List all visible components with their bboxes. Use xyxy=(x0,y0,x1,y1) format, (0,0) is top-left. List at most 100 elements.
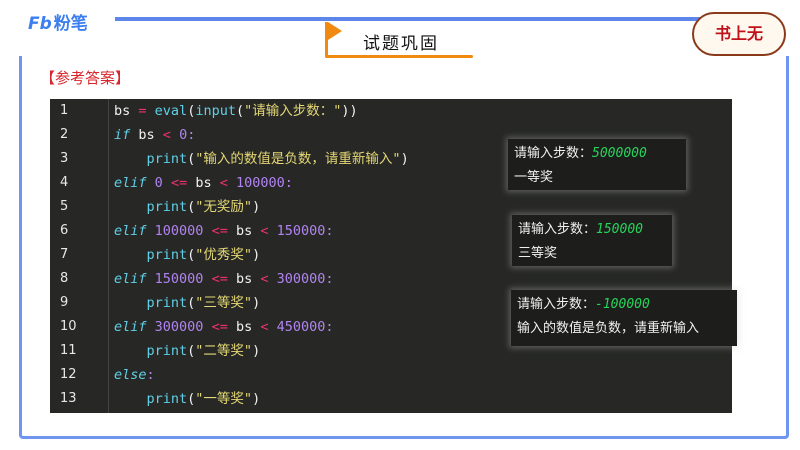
line-number: 3 xyxy=(60,151,69,166)
code-text: print("二等奖") xyxy=(114,339,261,363)
title-underline xyxy=(325,55,473,58)
code-token-num: 100000 xyxy=(236,175,285,191)
code-token-fn: print xyxy=(146,295,188,311)
line-number: 2 xyxy=(60,127,69,142)
code-token-plain: ) xyxy=(252,343,261,359)
code-token-num: 150000 xyxy=(276,223,326,239)
code-token-str: "输入的数值是负数，请重新输入" xyxy=(195,151,401,167)
code-token-plain: bs xyxy=(227,223,261,239)
code-text: print("无奖励") xyxy=(114,195,261,219)
output-value: -100000 xyxy=(595,297,650,312)
code-token-plain: bs xyxy=(187,175,220,191)
code-text: elif 150000 <= bs < 300000: xyxy=(114,267,334,291)
code-token-plain: bs xyxy=(227,271,261,287)
header-divider xyxy=(115,17,705,21)
code-line: 8 elif 150000 <= bs < 300000: xyxy=(50,267,732,291)
output-value: 5000000 xyxy=(592,146,647,161)
code-token-fn: print xyxy=(146,391,188,407)
output-result: 一等奖 xyxy=(514,170,554,185)
code-token-plain: ( xyxy=(235,103,245,119)
code-token-colon: : xyxy=(325,223,334,239)
flag-pennant-icon xyxy=(328,22,342,40)
output-box-2: 请输入步数：150000 三等奖 xyxy=(512,215,672,266)
code-token-colon: : xyxy=(146,367,155,383)
code-token-str: "二等奖" xyxy=(195,343,253,359)
code-token-colon: : xyxy=(187,127,196,143)
line-number: 12 xyxy=(60,367,77,382)
code-token-op: < xyxy=(260,271,269,287)
code-token-num: 300000 xyxy=(276,271,326,287)
code-token-fn: print xyxy=(146,199,188,215)
code-token-kw: elif xyxy=(114,175,147,191)
line-number: 9 xyxy=(60,295,69,310)
code-text: print("三等奖") xyxy=(114,291,261,315)
code-text: print("一等奖") xyxy=(114,387,261,411)
code-token-fn: input xyxy=(195,103,236,119)
output-box-1: 请输入步数：5000000 一等奖 xyxy=(508,139,686,190)
code-text: elif 100000 <= bs < 150000: xyxy=(114,219,334,243)
code-token-kw: else xyxy=(114,367,147,383)
logo-mark: Fb xyxy=(28,14,52,34)
code-line: 1 bs = eval(input("请输入步数：")) xyxy=(50,99,732,123)
brand-logo: Fb 粉笔 xyxy=(28,9,88,34)
code-token-op: < xyxy=(260,223,269,239)
output-prompt: 请输入步数： xyxy=(517,297,596,312)
code-token-num: 100000 xyxy=(154,223,204,239)
code-token-plain: ) xyxy=(252,199,261,215)
cloud-badge: 书上无 xyxy=(692,12,786,56)
code-token-plain: bs xyxy=(227,319,261,335)
code-token-str: "请输入步数：" xyxy=(244,103,342,119)
code-line: 13 print("一等奖") xyxy=(50,387,732,411)
output-box-3: 请输入步数：-100000 输入的数值是负数，请重新输入 xyxy=(511,290,737,346)
code-token-str: "一等奖" xyxy=(195,391,253,407)
slide-title-banner: 试题巩固 xyxy=(325,22,475,60)
code-token-num: 300000 xyxy=(154,319,204,335)
code-token-kw: elif xyxy=(114,271,147,287)
code-token-kw: elif xyxy=(114,223,147,239)
code-token-op: <= xyxy=(211,319,228,335)
code-token-op: <= xyxy=(211,271,228,287)
code-text: else: xyxy=(114,363,155,387)
code-token-num: 150000 xyxy=(154,271,204,287)
logo-text: 粉笔 xyxy=(53,14,88,34)
code-token-plain: )) xyxy=(341,103,358,119)
code-token-op: <= xyxy=(170,175,188,191)
line-number: 4 xyxy=(60,175,69,190)
output-value: 150000 xyxy=(596,222,643,237)
code-token-op: < xyxy=(162,127,171,143)
code-token-plain: ) xyxy=(252,391,261,407)
code-token-colon: : xyxy=(325,319,334,335)
code-token-plain: ) xyxy=(400,151,409,167)
code-text: elif 0 <= bs < 100000: xyxy=(114,171,293,195)
answer-label: 【参考答案】 xyxy=(40,69,131,87)
line-number: 13 xyxy=(60,391,77,406)
code-token-kw: elif xyxy=(114,319,147,335)
code-text: bs = eval(input("请输入步数：")) xyxy=(114,99,358,123)
line-number: 8 xyxy=(60,271,69,286)
slide-title: 试题巩固 xyxy=(363,34,439,54)
code-token-plain: ) xyxy=(252,295,261,311)
code-text: print("输入的数值是负数，请重新输入") xyxy=(114,147,409,171)
code-token-str: "无奖励" xyxy=(195,199,253,215)
code-token-plain: ) xyxy=(252,247,261,263)
code-token-num: 450000 xyxy=(276,319,326,335)
code-text: if bs < 0: xyxy=(114,123,195,147)
code-token-kw: if xyxy=(114,127,131,143)
code-token-plain: bs xyxy=(130,127,163,143)
code-token-colon: : xyxy=(284,175,293,191)
output-prompt: 请输入步数： xyxy=(514,146,593,161)
